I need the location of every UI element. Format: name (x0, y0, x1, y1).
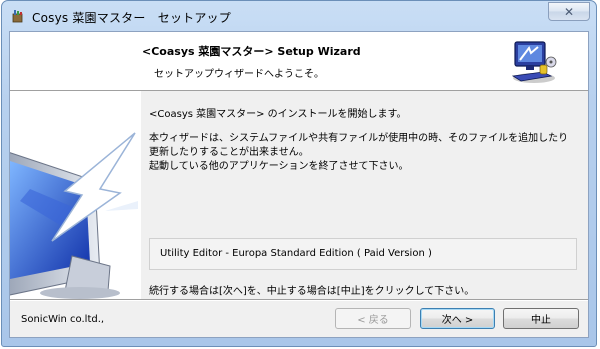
wizard-content: <Coasys 菜園マスター> のインストールを開始します。 本ウィザードは、シ… (141, 91, 588, 299)
next-button[interactable]: 次へ > (420, 308, 495, 329)
description-line-1: 本ウィザードは、システムファイルや共有ファイルが使用中の時、そのファイルを追加し… (149, 133, 569, 144)
intro-line: <Coasys 菜園マスター> のインストールを開始します。 (149, 109, 407, 120)
title-bar[interactable]: Cosys 菜園マスター セットアップ ✕ (2, 1, 596, 31)
close-icon: ✕ (563, 4, 575, 19)
wizard-subtitle: セットアップウィザードへようこそ。 (154, 69, 324, 80)
back-button[interactable]: < 戻る (335, 308, 411, 329)
cancel-button[interactable]: 中止 (503, 308, 579, 329)
dialog-client-area: <Coasys 菜園マスター> Setup Wizard セットアップウィザード… (9, 31, 589, 338)
computer-setup-icon (511, 41, 557, 83)
description-line-2: 更新したりすることが出来ません。 (149, 147, 309, 158)
monitor-arrow-illustration (10, 132, 138, 299)
wizard-header: <Coasys 菜園マスター> Setup Wizard セットアップウィザード… (10, 32, 588, 91)
company-name: SonicWin co.ltd., (21, 314, 105, 325)
edition-label: Utility Editor - Europa Standard Edition… (160, 248, 432, 259)
close-button[interactable]: ✕ (548, 2, 590, 21)
instruction-text: 続行する場合は[次へ]を、中止する場合は[中止]をクリックして下さい。 (149, 286, 475, 297)
footer-divider (10, 299, 588, 301)
wizard-title: <Coasys 菜園マスター> Setup Wizard (142, 45, 361, 58)
description-line-3: 起動している他のアプリケーションを終了させて下さい。 (149, 161, 409, 172)
setup-window: Cosys 菜園マスター セットアップ ✕ <Coasys 菜園マスター> Se… (1, 0, 597, 347)
wizard-banner (10, 91, 141, 299)
window-title: Cosys 菜園マスター セットアップ (32, 11, 231, 25)
installer-icon (12, 10, 23, 23)
edition-panel: Utility Editor - Europa Standard Edition… (149, 238, 577, 270)
